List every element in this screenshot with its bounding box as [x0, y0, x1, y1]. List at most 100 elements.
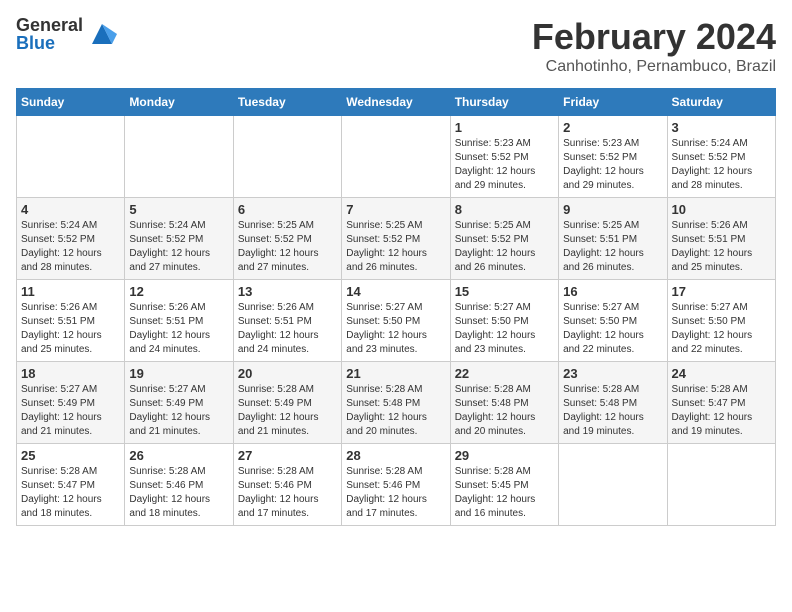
calendar-cell: 22 Sunrise: 5:28 AM Sunset: 5:48 PM Dayli… — [450, 362, 558, 444]
day-number: 28 — [346, 448, 445, 463]
weekday-header-monday: Monday — [125, 89, 233, 116]
weekday-header-saturday: Saturday — [667, 89, 775, 116]
day-info: Sunrise: 5:27 AM Sunset: 5:50 PM Dayligh… — [563, 301, 662, 357]
day-info: Sunrise: 5:23 AM Sunset: 5:52 PM Dayligh… — [455, 137, 554, 193]
calendar-cell: 15Sunrise: 5:27 AM Sunset: 5:50 PM Dayli… — [450, 280, 558, 362]
day-info: Sunrise: 5:28 AM Sunset: 5:48 PM Dayligh… — [455, 383, 554, 439]
day-number: 3 — [672, 120, 771, 135]
day-number: 18 — [21, 366, 120, 381]
day-number: 21 — [346, 366, 445, 381]
title-section: February 2024 Canhotinho, Pernambuco, Br… — [532, 16, 776, 76]
day-info: Sunrise: 5:28 AM Sunset: 5:48 PM Dayligh… — [563, 383, 662, 439]
day-number: 24 — [672, 366, 771, 381]
day-number: 11 — [21, 284, 120, 299]
calendar-body: 1 Sunrise: 5:23 AM Sunset: 5:52 PM Daylig… — [17, 116, 776, 526]
calendar-cell: 29Sunrise: 5:28 AM Sunset: 5:45 PM Dayli… — [450, 444, 558, 526]
calendar-cell: 25Sunrise: 5:28 AM Sunset: 5:47 PM Dayli… — [17, 444, 125, 526]
calendar-cell: 19 Sunrise: 5:27 AM Sunset: 5:49 PM Dayli… — [125, 362, 233, 444]
day-number: 10 — [672, 202, 771, 217]
day-number: 2 — [563, 120, 662, 135]
logo-general: General — [16, 16, 83, 34]
day-info: Sunrise: 5:26 AM Sunset: 5:51 PM Dayligh… — [672, 219, 771, 275]
calendar-cell: 2 Sunrise: 5:23 AM Sunset: 5:52 PM Daylig… — [559, 116, 667, 198]
calendar-cell: 5 Sunrise: 5:24 AM Sunset: 5:52 PM Daylig… — [125, 198, 233, 280]
day-number: 5 — [129, 202, 228, 217]
calendar-week-row: 1 Sunrise: 5:23 AM Sunset: 5:52 PM Daylig… — [17, 116, 776, 198]
weekday-header-thursday: Thursday — [450, 89, 558, 116]
day-number: 17 — [672, 284, 771, 299]
day-info: Sunrise: 5:26 AM Sunset: 5:51 PM Dayligh… — [129, 301, 228, 357]
calendar-cell: 16 Sunrise: 5:27 AM Sunset: 5:50 PM Dayli… — [559, 280, 667, 362]
calendar-cell: 6Sunrise: 5:25 AM Sunset: 5:52 PM Daylig… — [233, 198, 341, 280]
calendar-cell: 17Sunrise: 5:27 AM Sunset: 5:50 PM Dayli… — [667, 280, 775, 362]
calendar-cell: 20 Sunrise: 5:28 AM Sunset: 5:49 PM Dayli… — [233, 362, 341, 444]
day-number: 27 — [238, 448, 337, 463]
calendar-cell — [667, 444, 775, 526]
day-info: Sunrise: 5:25 AM Sunset: 5:52 PM Dayligh… — [455, 219, 554, 275]
day-number: 23 — [563, 366, 662, 381]
calendar-cell — [125, 116, 233, 198]
day-info: Sunrise: 5:28 AM Sunset: 5:48 PM Dayligh… — [346, 383, 445, 439]
day-info: Sunrise: 5:25 AM Sunset: 5:51 PM Dayligh… — [563, 219, 662, 275]
day-number: 29 — [455, 448, 554, 463]
calendar-cell — [559, 444, 667, 526]
calendar-week-row: 25Sunrise: 5:28 AM Sunset: 5:47 PM Dayli… — [17, 444, 776, 526]
day-number: 16 — [563, 284, 662, 299]
day-number: 13 — [238, 284, 337, 299]
day-info: Sunrise: 5:28 AM Sunset: 5:46 PM Dayligh… — [238, 465, 337, 521]
calendar-cell: 12 Sunrise: 5:26 AM Sunset: 5:51 PM Dayli… — [125, 280, 233, 362]
day-info: Sunrise: 5:23 AM Sunset: 5:52 PM Dayligh… — [563, 137, 662, 193]
day-info: Sunrise: 5:27 AM Sunset: 5:50 PM Dayligh… — [455, 301, 554, 357]
calendar-cell: 26Sunrise: 5:28 AM Sunset: 5:46 PM Dayli… — [125, 444, 233, 526]
calendar-cell: 11Sunrise: 5:26 AM Sunset: 5:51 PM Dayli… — [17, 280, 125, 362]
day-info: Sunrise: 5:26 AM Sunset: 5:51 PM Dayligh… — [238, 301, 337, 357]
page-header: General Blue February 2024 Canhotinho, P… — [16, 16, 776, 76]
month-year-title: February 2024 — [532, 16, 776, 58]
weekday-header-wednesday: Wednesday — [342, 89, 450, 116]
day-info: Sunrise: 5:28 AM Sunset: 5:49 PM Dayligh… — [238, 383, 337, 439]
location-subtitle: Canhotinho, Pernambuco, Brazil — [532, 58, 776, 76]
day-info: Sunrise: 5:27 AM Sunset: 5:49 PM Dayligh… — [129, 383, 228, 439]
calendar-table: SundayMondayTuesdayWednesdayThursdayFrid… — [16, 88, 776, 526]
day-number: 7 — [346, 202, 445, 217]
day-info: Sunrise: 5:28 AM Sunset: 5:47 PM Dayligh… — [21, 465, 120, 521]
calendar-cell: 7Sunrise: 5:25 AM Sunset: 5:52 PM Daylig… — [342, 198, 450, 280]
calendar-cell: 23 Sunrise: 5:28 AM Sunset: 5:48 PM Dayli… — [559, 362, 667, 444]
calendar-cell — [17, 116, 125, 198]
day-info: Sunrise: 5:24 AM Sunset: 5:52 PM Dayligh… — [129, 219, 228, 275]
calendar-cell: 1 Sunrise: 5:23 AM Sunset: 5:52 PM Daylig… — [450, 116, 558, 198]
calendar-cell — [233, 116, 341, 198]
calendar-cell: 24Sunrise: 5:28 AM Sunset: 5:47 PM Dayli… — [667, 362, 775, 444]
calendar-cell: 3 Sunrise: 5:24 AM Sunset: 5:52 PM Daylig… — [667, 116, 775, 198]
calendar-cell: 9 Sunrise: 5:25 AM Sunset: 5:51 PM Daylig… — [559, 198, 667, 280]
day-number: 12 — [129, 284, 228, 299]
day-number: 1 — [455, 120, 554, 135]
logo-icon — [87, 19, 117, 49]
weekday-header-friday: Friday — [559, 89, 667, 116]
calendar-cell: 14 Sunrise: 5:27 AM Sunset: 5:50 PM Dayli… — [342, 280, 450, 362]
day-info: Sunrise: 5:27 AM Sunset: 5:49 PM Dayligh… — [21, 383, 120, 439]
day-number: 22 — [455, 366, 554, 381]
logo-text: General Blue — [16, 16, 83, 52]
day-info: Sunrise: 5:24 AM Sunset: 5:52 PM Dayligh… — [672, 137, 771, 193]
calendar-cell: 10 Sunrise: 5:26 AM Sunset: 5:51 PM Dayli… — [667, 198, 775, 280]
day-number: 9 — [563, 202, 662, 217]
day-number: 14 — [346, 284, 445, 299]
day-info: Sunrise: 5:28 AM Sunset: 5:46 PM Dayligh… — [129, 465, 228, 521]
day-number: 19 — [129, 366, 228, 381]
logo-blue: Blue — [16, 34, 83, 52]
weekday-header-row: SundayMondayTuesdayWednesdayThursdayFrid… — [17, 89, 776, 116]
calendar-cell: 28 Sunrise: 5:28 AM Sunset: 5:46 PM Dayli… — [342, 444, 450, 526]
calendar-week-row: 4 Sunrise: 5:24 AM Sunset: 5:52 PM Daylig… — [17, 198, 776, 280]
day-info: Sunrise: 5:27 AM Sunset: 5:50 PM Dayligh… — [346, 301, 445, 357]
calendar-cell: 21 Sunrise: 5:28 AM Sunset: 5:48 PM Dayli… — [342, 362, 450, 444]
weekday-header-tuesday: Tuesday — [233, 89, 341, 116]
day-number: 4 — [21, 202, 120, 217]
calendar-week-row: 11 Sunrise: 5:26 AM Sunset: 5:51 PM Dayli… — [17, 280, 776, 362]
day-info: Sunrise: 5:24 AM Sunset: 5:52 PM Dayligh… — [21, 219, 120, 275]
calendar-cell: 4 Sunrise: 5:24 AM Sunset: 5:52 PM Daylig… — [17, 198, 125, 280]
calendar-cell: 27 Sunrise: 5:28 AM Sunset: 5:46 PM Dayli… — [233, 444, 341, 526]
calendar-cell: 8Sunrise: 5:25 AM Sunset: 5:52 PM Daylig… — [450, 198, 558, 280]
day-number: 20 — [238, 366, 337, 381]
day-info: Sunrise: 5:28 AM Sunset: 5:46 PM Dayligh… — [346, 465, 445, 521]
